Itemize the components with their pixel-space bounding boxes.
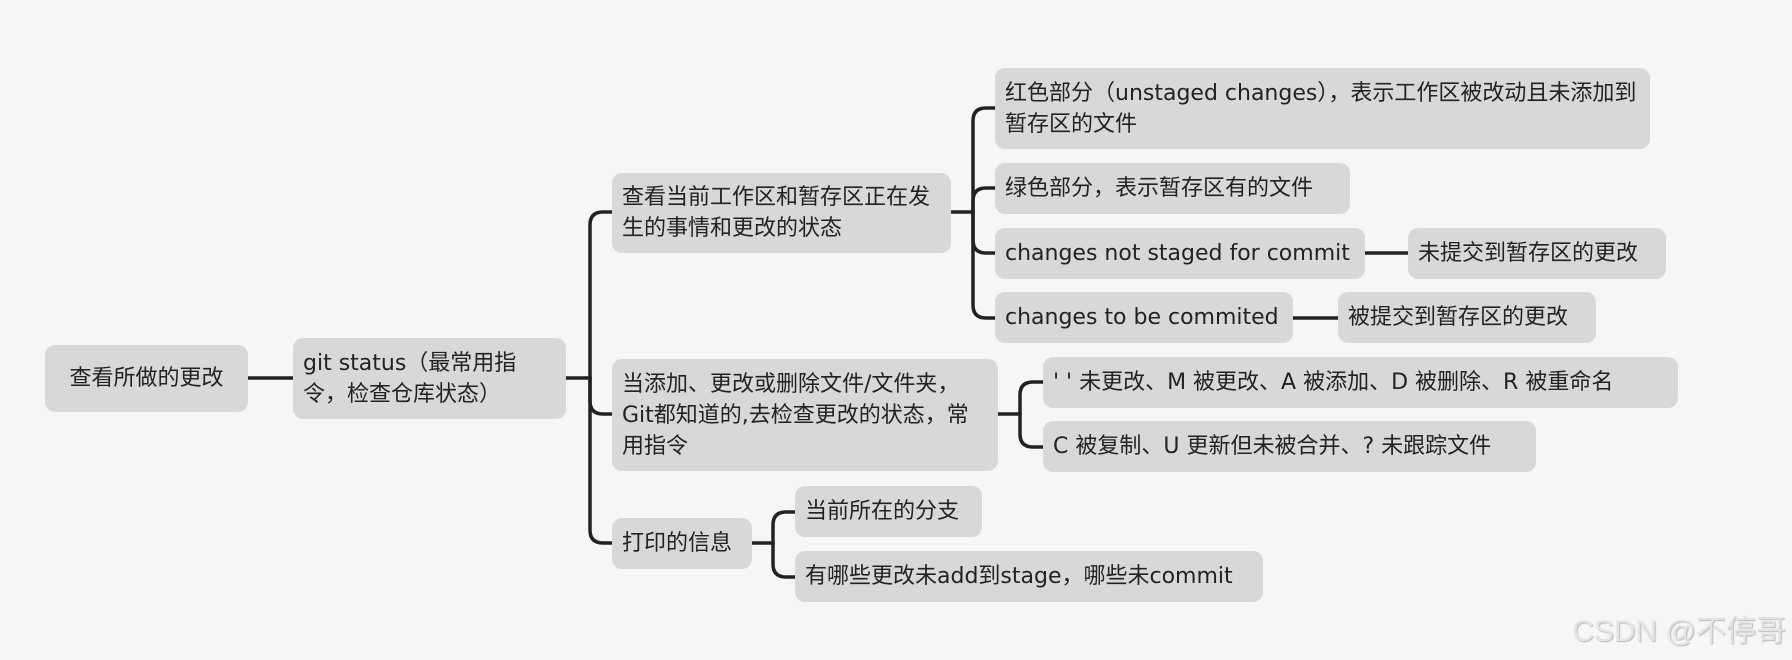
leaf-node-label: 有哪些更改未add到stage，哪些未commit — [805, 564, 1233, 589]
leaf-node-label: ' ' 未更改、M 被更改、A 被添加、D 被删除、R 被重命名 — [1053, 370, 1614, 395]
branch-node-printed-info[interactable]: 打印的信息 — [612, 518, 752, 569]
connector-b2-c1 — [1018, 380, 1045, 416]
connector-b1-c2 — [971, 186, 997, 214]
branch-node-label: 打印的信息 — [622, 531, 733, 556]
connector-b3-c1 — [771, 510, 797, 545]
leaf-node-status-codes-2[interactable]: C 被复制、U 更新但未被合并、? 未跟踪文件 — [1043, 421, 1536, 472]
connector-b1-c4 — [971, 210, 997, 320]
command-node[interactable]: git status（最常用指令，检查仓库状态） — [293, 338, 566, 419]
leaf-node-not-staged[interactable]: changes not staged for commit — [995, 228, 1365, 279]
leaf-node-status-codes-1[interactable]: ' ' 未更改、M 被更改、A 被添加、D 被删除、R 被重命名 — [1043, 357, 1678, 408]
leaf-node-label: changes not staged for commit — [1005, 241, 1350, 266]
connector-b1-c1 — [971, 106, 997, 214]
leaf-node-label: C 被复制、U 更新但未被合并、? 未跟踪文件 — [1053, 434, 1492, 459]
leaf-node-to-be-committed[interactable]: changes to be commited — [995, 292, 1293, 343]
connector-b1-c3 — [971, 210, 997, 255]
branch-node-common-commands[interactable]: 当添加、更改或删除文件/文件夹，Git都知道的,去检查更改的状态，常用指令 — [612, 359, 998, 471]
leaf-node-label: 未提交到暂存区的更改 — [1418, 241, 1639, 266]
leaf-node-current-branch[interactable]: 当前所在的分支 — [795, 486, 982, 537]
leaf-node-label: changes to be commited — [1005, 305, 1279, 330]
leaf-node-red-part[interactable]: 红色部分（unstaged changes），表示工作区被改动且未添加到暂存区的… — [995, 68, 1650, 149]
leaf-node-label: 当前所在的分支 — [805, 499, 960, 524]
leaf-node-label: 红色部分（unstaged changes），表示工作区被改动且未添加到暂存区的… — [1005, 80, 1637, 137]
leaf-node-not-staged-desc[interactable]: 未提交到暂存区的更改 — [1408, 228, 1666, 279]
root-node[interactable]: 查看所做的更改 — [45, 345, 248, 412]
branch-node-label: 当添加、更改或删除文件/文件夹，Git都知道的,去检查更改的状态，常用指令 — [622, 371, 969, 459]
leaf-node-to-be-committed-desc[interactable]: 被提交到暂存区的更改 — [1338, 292, 1596, 343]
leaf-node-green-part[interactable]: 绿色部分，表示暂存区有的文件 — [995, 163, 1350, 214]
connector-b2-c2 — [1018, 412, 1045, 449]
connector-branch3 — [588, 376, 614, 545]
branch-node-status[interactable]: 查看当前工作区和暂存区正在发生的事情和更改的状态 — [612, 173, 951, 253]
leaf-node-uncommitted-changes[interactable]: 有哪些更改未add到stage，哪些未commit — [795, 551, 1263, 602]
watermark: CSDN @不停哥 — [1572, 615, 1786, 648]
command-node-label: git status（最常用指令，检查仓库状态） — [303, 350, 517, 407]
root-node-label: 查看所做的更改 — [69, 366, 224, 391]
leaf-node-label: 绿色部分，表示暂存区有的文件 — [1005, 176, 1314, 201]
connector-b3-c2 — [771, 541, 797, 579]
connector-branch1 — [588, 210, 614, 380]
leaf-node-label: 被提交到暂存区的更改 — [1348, 305, 1569, 330]
branch-node-label: 查看当前工作区和暂存区正在发生的事情和更改的状态 — [622, 185, 931, 241]
connector-branch2 — [588, 376, 614, 416]
